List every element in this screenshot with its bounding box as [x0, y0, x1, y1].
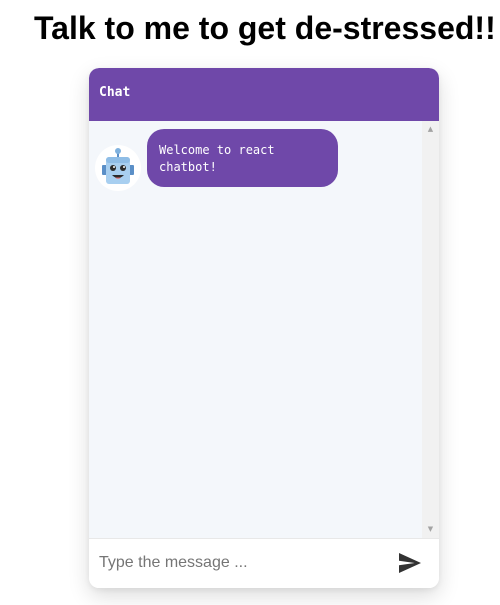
- send-icon: [399, 553, 421, 573]
- page-title: Talk to me to get de-stressed!!: [34, 10, 496, 46]
- chatbot-window: Chat Welcome to react chatbot! ▲ ▼ Type …: [89, 68, 439, 588]
- scroll-down-arrow-icon[interactable]: ▼: [422, 521, 439, 538]
- message-input[interactable]: [89, 539, 399, 587]
- bot-message-bubble: Welcome to react chatbot!: [147, 129, 338, 187]
- message-input-bar: [89, 538, 439, 588]
- bot-avatar: [95, 145, 141, 191]
- scroll-up-arrow-icon[interactable]: ▲: [422, 121, 439, 138]
- scrollbar[interactable]: ▲ ▼: [422, 121, 439, 538]
- message-list[interactable]: Welcome to react chatbot! ▲ ▼: [89, 121, 439, 538]
- send-button[interactable]: [395, 549, 425, 579]
- chat-header-title: Chat: [99, 85, 131, 100]
- robot-icon: [102, 148, 134, 184]
- chat-header: Chat: [89, 68, 439, 121]
